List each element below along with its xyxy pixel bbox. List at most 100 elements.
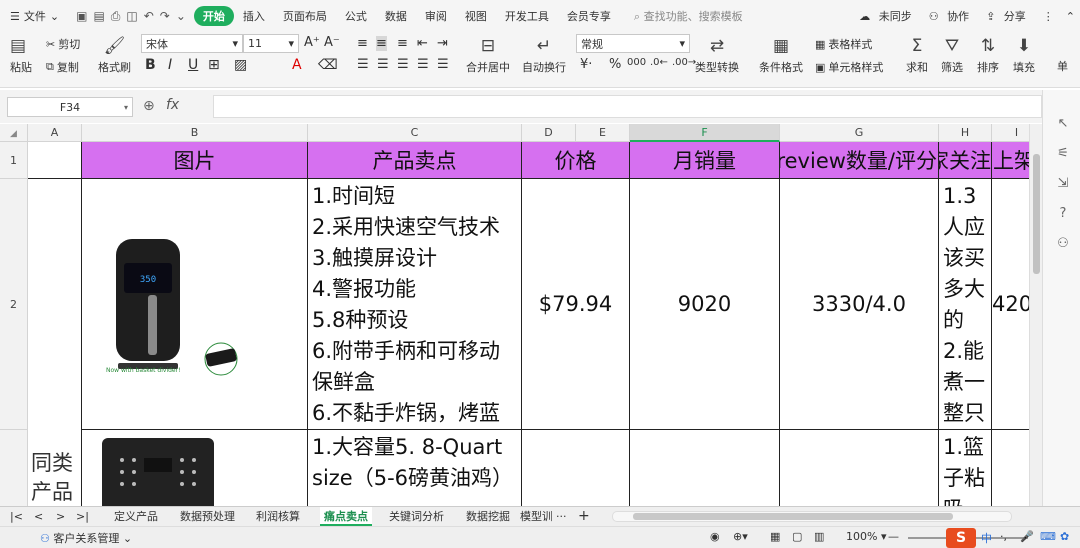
decrease-font-icon[interactable]: A⁻ [324,35,340,50]
image-tool-icon[interactable]: ⚇ [1055,236,1071,252]
print-icon[interactable]: ⎙ [111,9,121,24]
last-sheet-icon[interactable]: >| [76,507,89,526]
cell-f1[interactable]: 月销量 [630,142,780,179]
col-header-c[interactable]: C [308,124,522,142]
pointer-icon[interactable]: ↖ [1055,116,1071,132]
select-all-corner[interactable]: ◢ [0,124,28,142]
align-left-icon[interactable]: ☰ [357,57,369,72]
cell-h2-buyer[interactable]: 1.3人应该买多大的 2.能煮一整只 [939,179,992,430]
scroll-thumb[interactable] [1033,154,1040,274]
copy-button[interactable]: ⧉ 复制 [46,59,79,75]
thousands-icon[interactable]: 000 [627,57,646,68]
add-sheet-icon[interactable]: + [578,507,590,526]
fx-icon[interactable]: fx [166,97,179,113]
prev-sheet-icon[interactable]: < [34,507,43,526]
ime-mode[interactable]: 中 [981,530,992,546]
share-button[interactable]: ⇪ 分享 [981,8,1036,24]
cell-g2-review[interactable]: 3330/4.0 [780,179,939,430]
paste-button[interactable]: ▤ 粘贴 [10,36,32,75]
skin-icon[interactable]: ✿ [1060,530,1069,543]
collapse-ribbon-icon[interactable]: ⌃ [1061,10,1080,23]
fill-button[interactable]: ⬇ 填充 [1013,36,1035,75]
table-style-button[interactable]: ▦ 表格样式 [815,36,872,52]
page-layout-view-icon[interactable]: ▢ [792,530,802,543]
decrease-decimal-icon[interactable]: .00→ [672,57,696,68]
redo-icon[interactable]: ↷ [160,9,170,24]
tab-review[interactable]: 审阅 [416,8,456,24]
zoom-formula-icon[interactable]: ⊕ [143,98,155,114]
collab-button[interactable]: ⚇ 协作 [924,8,979,24]
cell-b3[interactable] [82,430,308,506]
vertical-scrollbar[interactable] [1029,124,1042,506]
normal-view-icon[interactable]: ▦ [770,530,780,543]
merge-center-button[interactable]: ⊟ 合并居中 [466,36,510,75]
more-icon[interactable]: ⋮ [1038,10,1059,23]
clear-format-icon[interactable]: ⌫ [318,57,338,73]
col-header-g[interactable]: G [780,124,939,142]
tab-view[interactable]: 视图 [456,8,496,24]
zoom-out-icon[interactable]: — [888,530,899,543]
keyboard-icon[interactable]: ⌨ [1040,530,1056,543]
cell-d1[interactable]: 价格 [522,142,630,179]
increase-font-icon[interactable]: A⁺ [304,35,320,50]
name-box[interactable]: F34 ▾ [7,97,133,117]
ribbon-overflow[interactable]: 单 [1057,58,1068,74]
font-name-select[interactable]: 宋体 ▾ [141,34,243,53]
sheet-tab-pain-points[interactable]: 痛点卖点 [320,507,372,526]
align-right-icon[interactable]: ☰ [397,57,409,72]
align-center-icon[interactable]: ☰ [377,57,389,72]
wrap-text-button[interactable]: ↵ 自动换行 [522,36,566,75]
cell-style-button[interactable]: ▣ 单元格样式 [815,59,883,75]
fill-color-icon[interactable]: ▨ [234,57,247,73]
cell-b1[interactable]: 图片 [82,142,308,179]
tab-start[interactable]: 开始 [193,6,234,26]
next-sheet-icon[interactable]: > [56,507,65,526]
type-convert-button[interactable]: ⇄ 类型转换 [695,36,739,75]
filter-button[interactable]: ⛛ 筛选 [941,36,963,75]
tab-data[interactable]: 数据 [376,8,416,24]
cell-a2-merged[interactable]: 同类产品 [28,179,82,506]
undo-icon[interactable]: ↶ [144,9,154,24]
crm-button[interactable]: ⚇ 客户关系管理 ⌄ [40,530,132,546]
justify-icon[interactable]: ☰ [417,57,429,72]
cond-format-button[interactable]: ▦ 条件格式 [759,36,803,75]
align-bottom-icon[interactable]: ≡ [397,36,408,51]
underline-icon[interactable]: U [188,57,198,73]
cell-mode-icon[interactable]: ⊕▾ [733,530,748,543]
sheet-tab-preprocess[interactable]: 数据预处理 [180,507,235,526]
first-sheet-icon[interactable]: |< [10,507,23,526]
h-scroll-thumb[interactable] [633,513,953,520]
punctuation-icon[interactable]: ·, [1000,530,1007,543]
number-format-select[interactable]: 常规 ▾ [576,34,690,53]
help-icon[interactable]: ? [1055,206,1071,222]
cell-c2[interactable]: 1.时间短 2.采用快速空气技术 3.触摸屏设计 4.警报功能 5.8种预设 6… [308,179,522,430]
format-painter-button[interactable]: 🖌 格式刷 [98,36,131,75]
print-preview-icon[interactable]: ▤ [93,9,104,24]
tab-developer[interactable]: 开发工具 [496,8,558,24]
indent-decrease-icon[interactable]: ⇤ [417,36,428,51]
more-sheets-icon[interactable]: ··· [556,507,567,526]
cell-b2[interactable]: 350 Now with basket divider! [82,179,308,430]
eye-protection-icon[interactable]: ◉ [710,530,720,543]
col-header-b[interactable]: B [82,124,308,142]
increase-decimal-icon[interactable]: .0← [650,57,668,68]
percent-icon[interactable]: % [609,57,621,72]
cell-c3[interactable]: 1.大容量5. 8-Quart size（5-6磅黄油鸡） [308,430,522,506]
indent-increase-icon[interactable]: ⇥ [437,36,448,51]
page-break-view-icon[interactable]: ▥ [814,530,824,543]
col-header-a[interactable]: A [28,124,82,142]
sheet-tab-define-product[interactable]: 定义产品 [114,507,158,526]
search-box[interactable]: ⌕ 查找功能、搜索模板 [620,8,743,24]
distributed-icon[interactable]: ☰ [437,57,449,72]
file-menu[interactable]: ☰ 文件 ⌄ [0,8,68,24]
tab-formulas[interactable]: 公式 [336,8,376,24]
sheet-tab-keyword[interactable]: 关键词分析 [389,507,444,526]
col-header-h[interactable]: H [939,124,992,142]
sheet-tab-profit[interactable]: 利润核算 [256,507,300,526]
border-icon[interactable]: ⊞ [208,57,220,73]
zoom-level[interactable]: 100% ▾ [846,530,886,543]
settings-sliders-icon[interactable]: ⚟ [1055,146,1071,162]
save-icon[interactable]: ▣ [76,9,87,24]
align-top-icon[interactable]: ≡ [357,36,368,51]
cell-f2-sales[interactable]: 9020 [630,179,780,430]
